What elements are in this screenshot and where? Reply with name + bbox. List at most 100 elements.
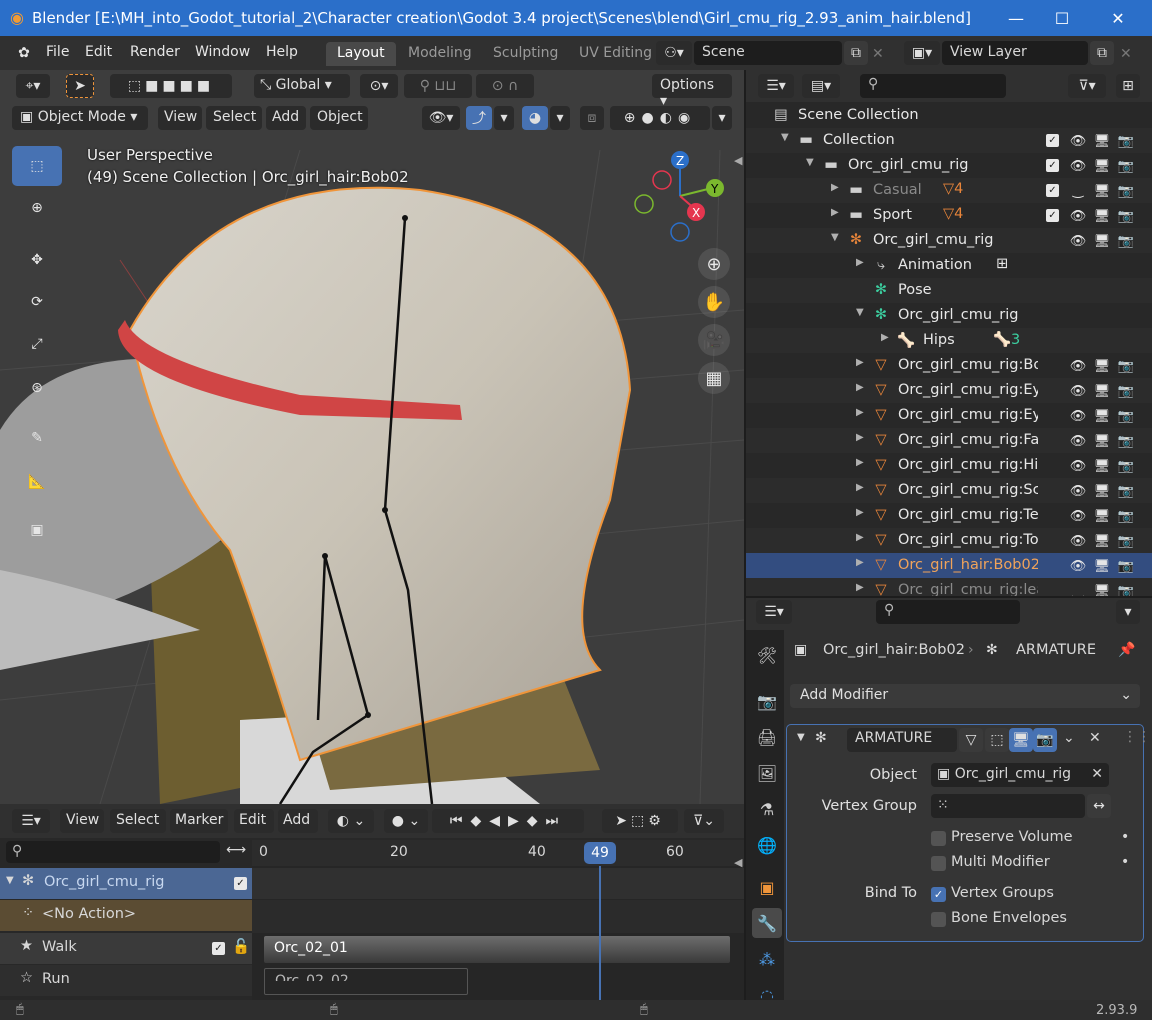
add-menu[interactable]: Add: [266, 106, 306, 130]
outliner-editor-type-button[interactable]: ☰▾: [758, 74, 794, 98]
monitor-icon[interactable]: 🖥: [1094, 183, 1111, 199]
eye-closed-icon[interactable]: ‿: [1070, 183, 1086, 199]
collapse-arrow-icon[interactable]: ▼: [856, 307, 864, 318]
outliner-row[interactable]: ▼ ✻ Orc_girl_cmu_rig 👁 🖥 📷: [746, 228, 1152, 253]
collapse-arrow-icon[interactable]: ▼: [831, 232, 839, 243]
tab-uv-editing[interactable]: UV Editing: [568, 42, 663, 66]
track-no-action[interactable]: ⁘ <No Action>: [0, 900, 252, 931]
output-tab-icon[interactable]: 🖨: [752, 722, 782, 752]
expand-arrow-icon[interactable]: ▶: [881, 332, 889, 343]
monitor-icon[interactable]: 🖥: [1094, 458, 1111, 474]
expand-arrow-icon[interactable]: ▶: [856, 582, 864, 593]
track-run[interactable]: ☆ Run: [0, 965, 252, 996]
monitor-icon[interactable]: 🖥: [1094, 433, 1111, 449]
expand-arrow-icon[interactable]: ▶: [856, 432, 864, 443]
transform-tool[interactable]: ⊛: [12, 368, 62, 408]
playback-controls[interactable]: ⏮◆◀▶◆⏭: [432, 809, 584, 833]
scene-browse-button[interactable]: ⚇▾: [656, 41, 692, 65]
star-outline-icon[interactable]: ☆: [20, 970, 33, 986]
tab-modeling[interactable]: Modeling: [397, 42, 483, 66]
camera-icon[interactable]: 📷: [1118, 133, 1134, 149]
close-button[interactable]: ✕: [1098, 4, 1138, 32]
camera-icon[interactable]: 📷: [1118, 233, 1134, 249]
monitor-icon[interactable]: 🖥: [1094, 558, 1111, 574]
object-field[interactable]: ▣ Orc_girl_cmu_rig ✕: [931, 763, 1109, 787]
camera-icon[interactable]: 📷: [1118, 458, 1134, 474]
monitor-icon[interactable]: 🖥: [1094, 383, 1111, 399]
expand-arrow-icon[interactable]: ▶: [856, 532, 864, 543]
camera-icon[interactable]: 📷: [1118, 358, 1134, 374]
options-button[interactable]: Options ▾: [652, 74, 732, 109]
new-collection-icon[interactable]: ⊞: [1116, 74, 1140, 98]
outliner-row[interactable]: ▼ ▬ Orc_girl_cmu_rig ✓ 👁 🖥 📷: [746, 153, 1152, 178]
playhead-line[interactable]: [599, 866, 601, 1000]
outliner-row[interactable]: ▶ ▽ Orc_girl_cmu_rig:Eye 👁 🖥 📷: [746, 403, 1152, 428]
eye-closed-icon[interactable]: ‿: [1070, 583, 1086, 597]
properties-options-icon[interactable]: ▾: [1116, 600, 1140, 624]
editor-type-button[interactable]: ⌖▾: [16, 74, 50, 98]
properties-search-input[interactable]: ⚲: [876, 600, 1020, 624]
3d-viewport[interactable]: Z Y X User Perspective (49) Scene Collec…: [0, 70, 744, 804]
expand-arrow-icon[interactable]: ▶: [856, 557, 864, 568]
camera-icon[interactable]: 📷: [1118, 183, 1134, 199]
preserve-volume-checkbox[interactable]: [931, 831, 946, 846]
select-box-tool[interactable]: ⬚: [12, 146, 62, 186]
menu-render[interactable]: Render: [130, 44, 180, 60]
delete-view-layer-icon[interactable]: ✕: [1120, 46, 1132, 62]
nla-view-menu[interactable]: View: [60, 809, 104, 833]
vertex-groups-checkbox[interactable]: ✓: [931, 887, 946, 902]
pin-icon[interactable]: 📌: [1118, 642, 1135, 658]
eye-icon[interactable]: 👁: [1070, 133, 1087, 149]
shading-dropdown-icon[interactable]: ▾: [712, 106, 732, 130]
clear-object-icon[interactable]: ✕: [1091, 766, 1103, 782]
collapse-arrow-icon[interactable]: ▼: [806, 157, 814, 168]
monitor-icon[interactable]: 🖥: [1094, 158, 1111, 174]
expand-arrow-icon[interactable]: ▶: [856, 457, 864, 468]
record-keyframe-icon[interactable]: ● ⌄: [384, 809, 428, 833]
eye-icon[interactable]: 👁: [1070, 208, 1087, 224]
collapse-arrow-icon[interactable]: ▼: [781, 132, 789, 143]
monitor-icon[interactable]: 🖥: [1094, 208, 1111, 224]
track-walk[interactable]: ★ Walk ✓ 🔓: [0, 933, 252, 964]
monitor-icon[interactable]: 🖥: [1094, 483, 1111, 499]
measure-tool[interactable]: 📐: [12, 462, 62, 502]
minimize-button[interactable]: —: [996, 4, 1036, 32]
mode-dropdown[interactable]: ▣ Object Mode ▾: [12, 106, 148, 130]
expand-arrow-icon[interactable]: ▶: [831, 182, 839, 193]
annotate-tool[interactable]: ✎: [12, 418, 62, 458]
outliner-row[interactable]: ▼ ▬ Collection ✓ 👁 🖥 📷: [746, 128, 1152, 153]
menu-edit[interactable]: Edit: [85, 44, 112, 60]
camera-icon[interactable]: 📷: [1118, 533, 1134, 549]
camera-icon[interactable]: 📷: [1118, 483, 1134, 499]
nla-strip-area[interactable]: Orc_02_01 Orc_02_02: [252, 866, 744, 1000]
outliner-row[interactable]: ▶ ▽ Orc_girl_cmu_rig:lear ‿ 🖥 📷: [746, 578, 1152, 596]
cursor-tool[interactable]: ⊕: [12, 188, 62, 228]
expand-arrow-icon[interactable]: ▶: [856, 357, 864, 368]
overlay-dropdown-icon[interactable]: ▾: [550, 106, 570, 130]
expand-arrow-icon[interactable]: ▶: [856, 382, 864, 393]
camera-icon[interactable]: 📷: [1118, 558, 1134, 574]
view-layer-browse-button[interactable]: ▣▾: [904, 41, 940, 65]
cage-toggle-icon[interactable]: ⬚: [985, 728, 1009, 752]
outliner-row[interactable]: ▶ ▬ Casual ▽4 ✓ ‿ 🖥 📷: [746, 178, 1152, 203]
outliner-row[interactable]: ▶ ⤷ Animation ⊞: [746, 253, 1152, 278]
nla-edit-menu[interactable]: Edit: [234, 809, 274, 833]
unlock-icon[interactable]: 🔓: [232, 938, 250, 955]
bone-envelopes-checkbox[interactable]: [931, 912, 946, 927]
render-tab-icon[interactable]: 📷: [752, 686, 782, 716]
visibility-dropdown-icon[interactable]: 👁▾: [422, 106, 460, 130]
menu-file[interactable]: File: [46, 44, 69, 60]
render-toggle-icon[interactable]: 📷: [1033, 728, 1057, 752]
nla-sidebar-toggle-icon[interactable]: ◀: [734, 856, 742, 869]
outliner-row[interactable]: ▶ ▽ Orc_girl_cmu_rig:Teet 👁 🖥 📷: [746, 503, 1152, 528]
gizmo-dropdown-icon[interactable]: ▾: [494, 106, 514, 130]
eye-icon[interactable]: 👁: [1070, 433, 1087, 449]
move-tool[interactable]: ✥: [12, 240, 62, 280]
monitor-icon[interactable]: 🖥: [1094, 133, 1111, 149]
edit-mode-toggle-icon[interactable]: ▽: [959, 728, 983, 752]
menu-window[interactable]: Window: [195, 44, 250, 60]
add-cube-tool[interactable]: ▣: [12, 510, 62, 550]
scale-tool[interactable]: ⤢: [12, 324, 62, 364]
eye-icon[interactable]: 👁: [1070, 533, 1087, 549]
expand-arrow-icon[interactable]: ▶: [856, 407, 864, 418]
